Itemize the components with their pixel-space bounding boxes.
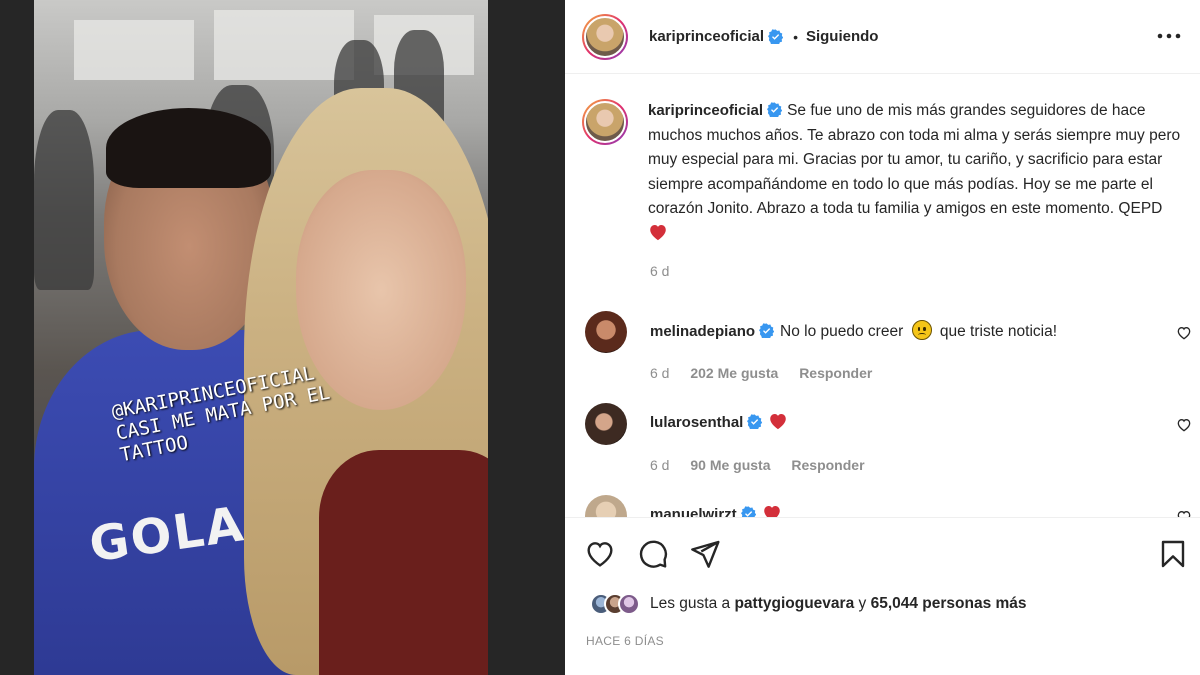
comment-username[interactable]: melinadepiano <box>650 323 755 340</box>
author-avatar-image <box>584 15 626 58</box>
comment-body: melinadepiano No lo puedo creer que tris… <box>650 320 1057 341</box>
comment-item: lularosenthal 6 d 90 Me gusta Responder <box>582 403 1192 483</box>
background-window <box>74 20 194 80</box>
post-side-panel: kariprinceoficial • Siguiendo kariprince… <box>565 0 1200 675</box>
comment-body: manuelwirzt <box>650 504 782 517</box>
comment-likes[interactable]: 90 Me gusta <box>690 457 770 473</box>
author-avatar[interactable] <box>582 13 628 60</box>
post-photo[interactable]: GOLA @KARIPRINCEOFICIAL CASI ME MATA POR… <box>34 0 488 675</box>
caption: kariprinceoficial Se fue uno de mis más … <box>582 99 1182 246</box>
post-header: kariprinceoficial • Siguiendo <box>565 0 1200 74</box>
commenter-avatar[interactable] <box>585 311 627 353</box>
comment-item: melinadepiano No lo puedo creer que tris… <box>582 311 1192 391</box>
reply-button[interactable]: Responder <box>799 365 872 381</box>
comment-item: manuelwirzt <box>582 495 1192 517</box>
liker-username[interactable]: pattygioguevara <box>734 595 854 612</box>
caption-text: Se fue uno de mis más grandes seguidores… <box>648 102 1181 217</box>
comment-meta: 6 d 90 Me gusta Responder <box>650 457 882 473</box>
post-date[interactable]: HACE 6 DÍAS <box>586 634 664 648</box>
heart-icon[interactable] <box>584 538 616 570</box>
comment-like-heart-icon[interactable] <box>1176 509 1192 517</box>
caption-author-avatar-image <box>584 101 626 143</box>
verified-badge-icon <box>767 102 783 117</box>
paper-plane-icon[interactable] <box>689 538 721 570</box>
more-horizontal-icon[interactable] <box>1156 24 1182 48</box>
liker-avatar[interactable] <box>618 593 640 615</box>
comment-like-heart-icon[interactable] <box>1176 417 1192 433</box>
likes-text: Les gusta a pattygioguevara y 65,044 per… <box>650 595 1027 613</box>
comments-list[interactable]: kariprinceoficial Se fue uno de mis más … <box>565 75 1200 517</box>
post-actions-section: Les gusta a pattygioguevara y 65,044 per… <box>565 517 1200 675</box>
post-media-area: GOLA @KARIPRINCEOFICIAL CASI ME MATA POR… <box>0 0 565 675</box>
comment-like-heart-icon[interactable] <box>1176 325 1192 341</box>
author-username[interactable]: kariprinceoficial <box>649 28 764 45</box>
comment-text: No lo puedo creer <box>780 323 904 340</box>
comment-username[interactable]: lularosenthal <box>650 414 743 431</box>
caption-timestamp[interactable]: 6 d <box>650 263 669 279</box>
caption-username[interactable]: kariprinceoficial <box>648 102 763 119</box>
caption-author-avatar[interactable] <box>582 99 628 145</box>
following-button[interactable]: Siguiendo <box>806 28 879 45</box>
comment-meta: 6 d 202 Me gusta Responder <box>650 365 889 381</box>
bookmark-icon[interactable] <box>1157 538 1189 570</box>
man-hair <box>106 108 271 188</box>
background-window <box>214 10 354 80</box>
comment-timestamp[interactable]: 6 d <box>650 457 669 473</box>
verified-badge-icon <box>740 506 756 517</box>
verified-badge-icon <box>759 323 775 338</box>
commenter-avatar[interactable] <box>585 495 627 517</box>
likes-summary: Les gusta a pattygioguevara y 65,044 per… <box>590 593 1027 615</box>
red-heart-emoji-icon <box>763 506 780 517</box>
commenter-avatar[interactable] <box>585 403 627 445</box>
likes-others-link[interactable]: 65,044 personas más <box>871 595 1027 612</box>
verified-badge-icon <box>768 29 784 44</box>
likes-connector: y <box>858 595 867 612</box>
comment-timestamp[interactable]: 6 d <box>650 365 669 381</box>
comment-icon[interactable] <box>637 538 669 570</box>
likes-prefix: Les gusta a <box>650 595 731 612</box>
follow-separator: • <box>793 28 798 45</box>
comment-username[interactable]: manuelwirzt <box>650 506 737 517</box>
red-heart-emoji-icon <box>650 224 666 240</box>
caption-text-block: kariprinceoficial Se fue uno de mis más … <box>648 99 1182 246</box>
verified-badge-icon <box>747 414 763 429</box>
comment-text-continued: que triste noticia! <box>939 323 1058 340</box>
background-person <box>34 110 94 290</box>
woman-top <box>319 450 488 675</box>
sad-face-emoji-icon <box>911 320 932 340</box>
comment-likes[interactable]: 202 Me gusta <box>690 365 778 381</box>
reply-button[interactable]: Responder <box>791 457 864 473</box>
comment-body: lularosenthal <box>650 412 788 432</box>
red-heart-emoji-icon <box>770 414 787 430</box>
